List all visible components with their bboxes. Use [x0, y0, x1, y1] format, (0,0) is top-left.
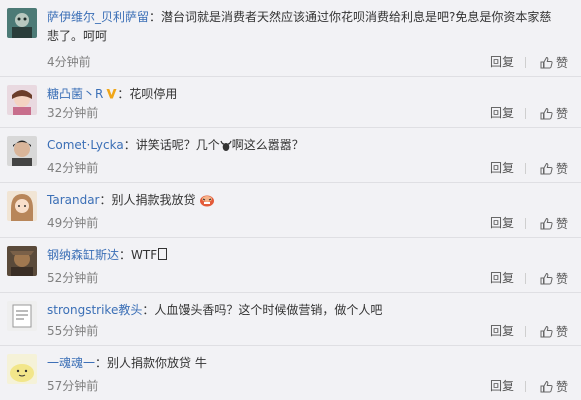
comment-content: Comet·Lycka：讲笑话呢？几个 啊这么嚣嚣？ [47, 136, 561, 155]
timestamp: 42分钟前 [47, 161, 99, 175]
avatar[interactable] [7, 246, 37, 276]
colon: ： [142, 303, 155, 317]
comment-text: 人血馒头香吗？这个时候做营销，做个人吧 [154, 303, 383, 317]
crying-face-emoji-icon [200, 195, 215, 207]
like-label: 赞 [555, 217, 568, 231]
avatar[interactable] [7, 354, 37, 384]
colon: ： [149, 10, 162, 24]
thumbs-up-icon [540, 272, 553, 285]
timestamp: 4分钟前 [47, 55, 91, 69]
avatar[interactable] [7, 136, 37, 166]
divider [525, 326, 526, 337]
comment-text-before: 讲笑话呢？几个 [135, 138, 220, 152]
comment-item: Comet·Lycka：讲笑话呢？几个 啊这么嚣嚣？ 42分钟前 回复 赞 [0, 128, 581, 183]
like-button[interactable]: 赞 [540, 54, 568, 71]
username-link[interactable]: 糖凸菌丶R [47, 87, 103, 101]
avatar[interactable] [7, 85, 37, 115]
comment-content: Tarandar：别人捐款我放贷 [47, 191, 561, 210]
colon: ： [117, 87, 130, 101]
username-link[interactable]: Tarandar [47, 193, 100, 207]
missing-glyph-box [158, 248, 168, 260]
ox-emoji-icon [220, 140, 232, 151]
thumbs-up-icon [540, 162, 553, 175]
comment-content: 一魂魂一：别人捐款你放贷 牛 [47, 354, 561, 373]
like-label: 赞 [555, 56, 568, 70]
reply-button[interactable]: 回复 [490, 104, 514, 121]
reply-button[interactable]: 回复 [490, 377, 514, 394]
thumbs-up-icon [540, 380, 553, 393]
username-link[interactable]: 一魂魂一 [47, 356, 95, 370]
divider [525, 381, 526, 392]
comment-content: 萨伊维尔_贝利萨留：潜台词就是消费者天然应该通过你花呗消费给利息是吧?免息是你资… [47, 8, 561, 46]
divider [525, 163, 526, 174]
comment-text: 花呗停用 [129, 87, 178, 101]
comment-item: Tarandar：别人捐款我放贷 49分钟前 回复 赞 [0, 183, 581, 238]
reply-button[interactable]: 回复 [490, 159, 514, 176]
comment-item: 糖凸菌丶R ：花呗停用 32分钟前 回复 赞 [0, 77, 581, 128]
comment-content: 钢纳森缸斯达：WTF [47, 246, 561, 265]
comment-item: 一魂魂一：别人捐款你放贷 牛 57分钟前 回复 赞 [0, 346, 581, 400]
avatar[interactable] [7, 191, 37, 221]
comment-text: 别人捐款你放贷 牛 [107, 356, 207, 370]
comment-item: 钢纳森缸斯达：WTF 52分钟前 回复 赞 [0, 238, 581, 293]
thumbs-up-icon [540, 217, 553, 230]
username-link[interactable]: strongstrike教头 [47, 303, 142, 317]
like-button[interactable]: 赞 [540, 270, 568, 287]
timestamp: 49分钟前 [47, 216, 99, 230]
colon: ： [95, 356, 108, 370]
like-button[interactable]: 赞 [540, 105, 568, 122]
like-button[interactable]: 赞 [540, 378, 568, 395]
reply-button[interactable]: 回复 [490, 269, 514, 286]
timestamp: 57分钟前 [47, 379, 99, 393]
username-link[interactable]: 钢纳森缸斯达 [47, 248, 119, 262]
colon: ： [99, 193, 112, 207]
timestamp: 52分钟前 [47, 271, 99, 285]
comment-content: 糖凸菌丶R ：花呗停用 [47, 85, 561, 104]
avatar[interactable] [7, 301, 37, 331]
thumbs-up-icon [540, 56, 553, 69]
reply-button[interactable]: 回复 [490, 53, 514, 70]
comment-text-after: 啊这么嚣嚣？ [231, 138, 304, 152]
avatar[interactable] [7, 8, 37, 38]
comment-item: 萨伊维尔_贝利萨留：潜台词就是消费者天然应该通过你花呗消费给利息是吧?免息是你资… [0, 0, 581, 77]
like-button[interactable]: 赞 [540, 215, 568, 232]
divider [525, 57, 526, 68]
colon: ： [119, 248, 132, 262]
comment-item: strongstrike教头：人血馒头香吗？这个时候做营销，做个人吧 55分钟前… [0, 293, 581, 346]
divider [525, 218, 526, 229]
colon: ： [123, 138, 136, 152]
divider [525, 108, 526, 119]
thumbs-up-icon [540, 325, 553, 338]
timestamp: 32分钟前 [47, 106, 99, 120]
reply-button[interactable]: 回复 [490, 214, 514, 231]
divider [525, 273, 526, 284]
like-button[interactable]: 赞 [540, 160, 568, 177]
like-label: 赞 [555, 162, 568, 176]
like-label: 赞 [555, 107, 568, 121]
thumbs-up-icon [540, 107, 553, 120]
comment-list: 萨伊维尔_贝利萨留：潜台词就是消费者天然应该通过你花呗消费给利息是吧?免息是你资… [0, 0, 581, 400]
comment-content: strongstrike教头：人血馒头香吗？这个时候做营销，做个人吧 [47, 301, 561, 320]
comment-text: 别人捐款我放贷 [111, 193, 196, 207]
vip-v-badge-icon [106, 89, 117, 99]
like-label: 赞 [555, 272, 568, 286]
username-link[interactable]: Comet·Lycka [47, 138, 124, 152]
username-link[interactable]: 萨伊维尔_贝利萨留 [47, 10, 149, 24]
like-label: 赞 [555, 380, 568, 394]
like-label: 赞 [555, 325, 568, 339]
reply-button[interactable]: 回复 [490, 322, 514, 339]
like-button[interactable]: 赞 [540, 323, 568, 340]
timestamp: 55分钟前 [47, 324, 99, 338]
comment-text: WTF [131, 248, 158, 262]
